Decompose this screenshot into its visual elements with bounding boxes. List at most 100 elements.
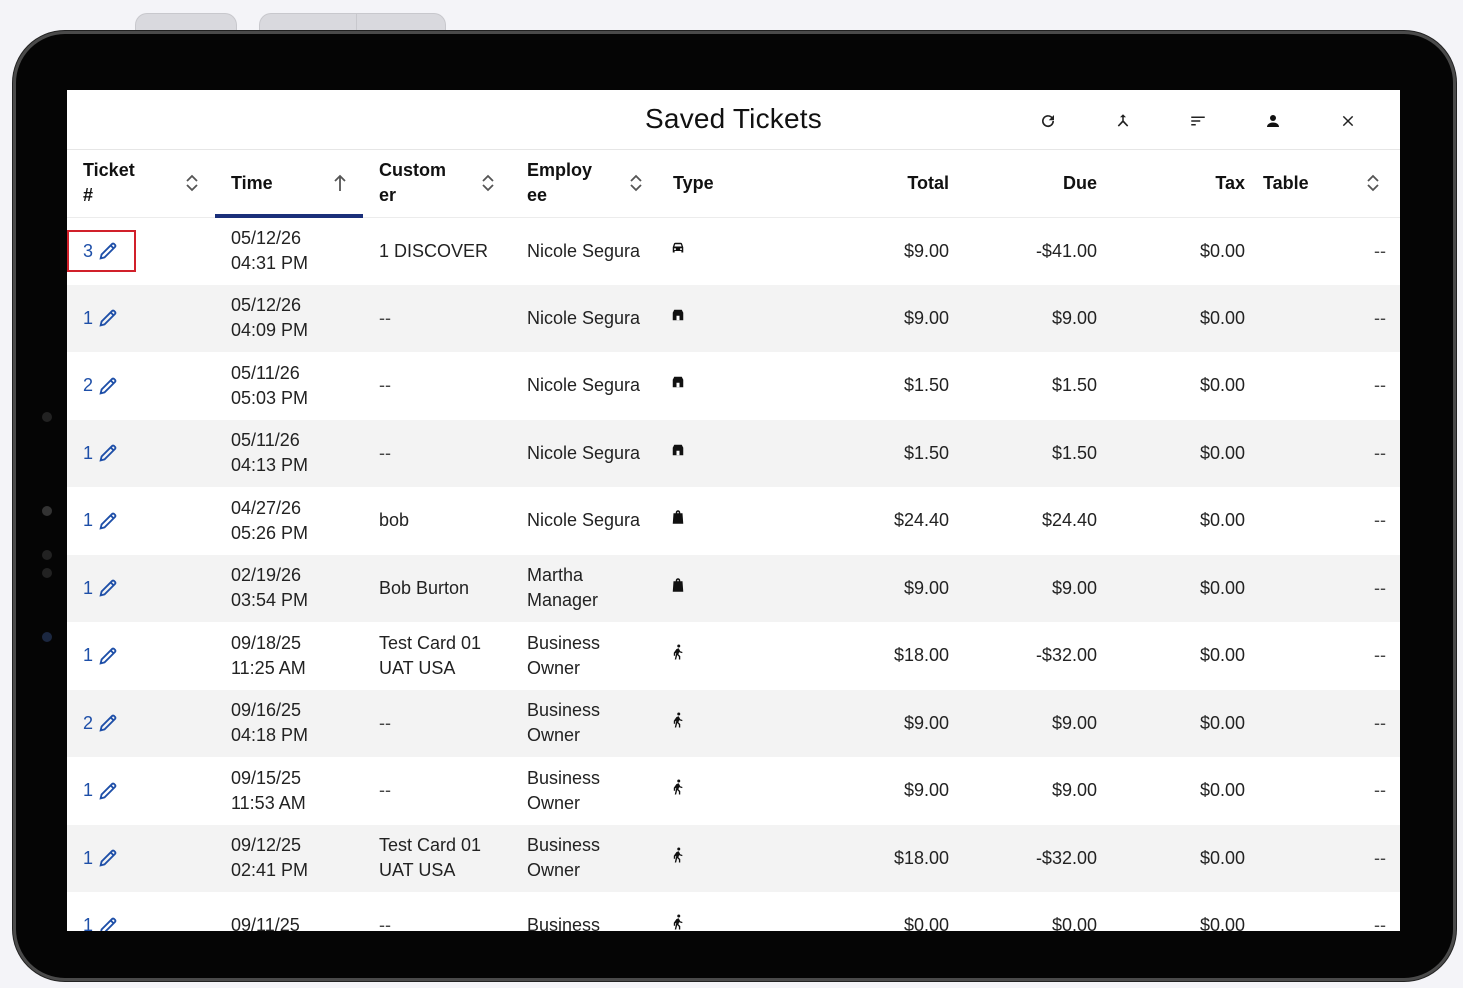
ticket-link[interactable]: 1: [67, 306, 215, 331]
ticket-link[interactable]: 1: [67, 576, 215, 601]
table-cell: --: [1374, 847, 1386, 868]
ticket-link[interactable]: 3: [67, 239, 215, 264]
time-cell: 09/12/25 02:41 PM: [231, 835, 309, 881]
table-cell: --: [1374, 375, 1386, 396]
edit-pencil-icon[interactable]: [97, 442, 119, 464]
tax-cell: $0.00: [1199, 712, 1245, 733]
due-cell: -$32.00: [1035, 645, 1097, 666]
ticket-link[interactable]: 1: [67, 913, 215, 931]
ticket-link[interactable]: 1: [67, 778, 215, 803]
ticket-number[interactable]: 1: [83, 576, 93, 601]
edit-pencil-icon[interactable]: [97, 307, 119, 329]
sort-ascending-icon[interactable]: [333, 173, 347, 193]
employee-cell: Nicole Segura: [527, 442, 641, 463]
table-row[interactable]: 1 09/18/25 11:25 AM Test Card 01 UAT USA Busi…: [67, 622, 1400, 690]
ticket-number[interactable]: 2: [83, 373, 93, 398]
customer-cell: --: [379, 780, 391, 801]
employee-cell: Business Owner: [527, 700, 601, 746]
ticket-link[interactable]: 2: [67, 711, 215, 736]
ticket-number-cell: 1: [67, 622, 215, 690]
due-cell: $9.00: [1051, 307, 1097, 328]
ticket-number[interactable]: 1: [83, 643, 93, 668]
refresh-icon[interactable]: [1035, 108, 1061, 134]
tax-cell: $0.00: [1199, 510, 1245, 531]
sort-toggle-icon[interactable]: [185, 173, 199, 193]
time-cell: 05/11/26 04:13 PM: [231, 430, 309, 476]
ticket-number[interactable]: 2: [83, 711, 93, 736]
column-header-tax[interactable]: Tax: [1097, 150, 1245, 218]
column-header-total[interactable]: Total: [759, 150, 949, 218]
edit-pencil-icon[interactable]: [97, 780, 119, 802]
ticket-number[interactable]: 3: [83, 239, 93, 264]
ticket-number-cell: 1: [67, 555, 215, 623]
time-cell: 05/12/26 04:09 PM: [231, 295, 309, 341]
ticket-number-cell: 1: [67, 487, 215, 555]
table-row[interactable]: 1 09/12/25 02:41 PM Test Card 01 UAT USA Busi…: [67, 824, 1400, 892]
column-label-employee: Employ ee: [527, 160, 593, 206]
takeout-bag-icon: [669, 510, 687, 530]
edit-pencil-icon[interactable]: [97, 510, 119, 532]
column-header-due[interactable]: Due: [949, 150, 1097, 218]
edit-pencil-icon[interactable]: [97, 915, 119, 931]
total-cell: $0.00: [903, 915, 949, 931]
total-cell: $24.40: [893, 510, 949, 531]
walk-in-icon: [669, 914, 687, 931]
due-cell: $0.00: [1051, 915, 1097, 931]
edit-pencil-icon[interactable]: [97, 712, 119, 734]
type-cell: [659, 420, 759, 488]
time-cell: 05/12/26 04:31 PM: [231, 228, 309, 273]
ticket-link[interactable]: 1: [67, 508, 215, 533]
customer-cell: --: [379, 915, 391, 931]
close-icon[interactable]: [1335, 108, 1361, 134]
table-row[interactable]: 2 09/16/25 04:18 PM -- Business Owner $9.00 $9.…: [67, 689, 1400, 757]
column-header-customer[interactable]: Custom er: [363, 150, 511, 218]
ticket-number[interactable]: 1: [83, 441, 93, 466]
edit-pencil-icon[interactable]: [97, 847, 119, 869]
ticket-number[interactable]: 1: [83, 778, 93, 803]
table-row[interactable]: 1 02/19/26 03:54 PM Bob Burton Martha Manager…: [67, 554, 1400, 623]
table-row[interactable]: 1 04/27/26 05:26 PM bob Nicole Segura $24.40 $…: [67, 487, 1400, 555]
edit-pencil-icon[interactable]: [97, 645, 119, 667]
sort-toggle-icon[interactable]: [1366, 173, 1380, 193]
column-header-employee[interactable]: Employ ee: [511, 150, 659, 218]
ticket-link[interactable]: 1: [67, 441, 215, 466]
ticket-number-cell: 1: [67, 757, 215, 825]
table-row[interactable]: 3 05/12/26 04:31 PM 1 DISCOVER Nicole Segura…: [67, 217, 1400, 285]
edit-pencil-icon[interactable]: [97, 577, 119, 599]
column-header-type[interactable]: Type: [659, 150, 759, 218]
person-icon[interactable]: [1260, 108, 1286, 134]
table-cell: --: [1374, 577, 1386, 598]
tax-cell: $0.00: [1199, 442, 1245, 463]
tickets-table: Ticket # Time Custom er Employ ee Type Total D…: [67, 150, 1400, 931]
edit-pencil-icon[interactable]: [97, 240, 119, 262]
table-row[interactable]: 1 05/11/26 04:13 PM -- Nicole Segura $1.50 $1.…: [67, 419, 1400, 488]
merge-icon[interactable]: [1110, 108, 1136, 134]
ticket-number[interactable]: 1: [83, 846, 93, 871]
ticket-number[interactable]: 1: [83, 508, 93, 533]
column-header-time[interactable]: Time: [215, 150, 363, 218]
column-label-customer: Custom er: [379, 160, 446, 206]
sort-toggle-icon[interactable]: [481, 173, 495, 193]
filter-sort-icon[interactable]: [1185, 108, 1211, 134]
ticket-number[interactable]: 1: [83, 913, 93, 931]
total-cell: $9.00: [903, 712, 949, 733]
ticket-link[interactable]: 1: [67, 846, 215, 871]
column-header-ticket[interactable]: Ticket #: [67, 150, 215, 218]
ticket-number[interactable]: 1: [83, 306, 93, 331]
table-row[interactable]: 1 05/12/26 04:09 PM -- Nicole Segura $9.00 $9.…: [67, 284, 1400, 353]
sort-toggle-icon[interactable]: [629, 173, 643, 193]
ticket-link[interactable]: 1: [67, 643, 215, 668]
column-label-tax: Tax: [1215, 172, 1245, 193]
edit-pencil-icon[interactable]: [97, 375, 119, 397]
table-row[interactable]: 1 09/15/25 11:53 AM -- Business Owner $9.00 $9.…: [67, 757, 1400, 825]
ticket-number-cell: 1: [67, 285, 215, 353]
total-cell: $9.00: [903, 307, 949, 328]
table-row[interactable]: 1 09/11/25 -- Business $0.00 $0.00 $0.00 --: [67, 892, 1400, 931]
total-cell: $9.00: [903, 577, 949, 598]
table-row[interactable]: 2 05/11/26 05:03 PM -- Nicole Segura $1.50 $1.…: [67, 352, 1400, 420]
type-cell: [659, 555, 759, 623]
column-header-table[interactable]: Table: [1245, 150, 1400, 218]
time-cell: 04/27/26 05:26 PM: [231, 497, 309, 543]
walk-in-icon: [669, 847, 687, 868]
ticket-link[interactable]: 2: [67, 373, 215, 398]
